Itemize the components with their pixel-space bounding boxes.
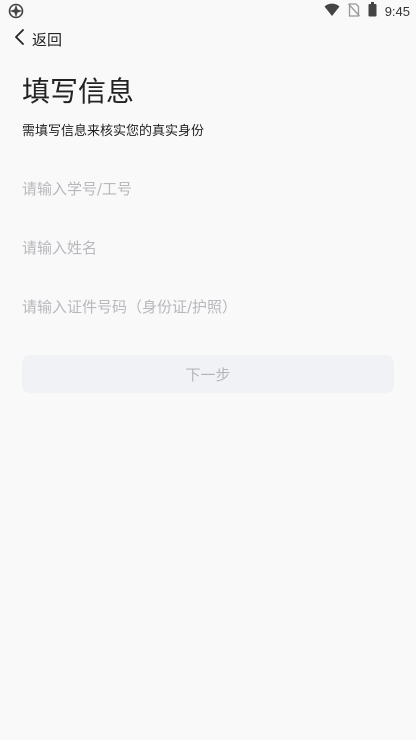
no-sim-icon [347, 2, 360, 21]
page-subtitle: 需填写信息来核实您的真实身份 [22, 124, 205, 139]
back-label: 返回 [32, 30, 63, 49]
chevron-left-icon [14, 28, 26, 50]
wifi-icon [324, 2, 340, 21]
id-number-input[interactable] [22, 293, 394, 321]
student-id-input[interactable] [22, 175, 394, 203]
next-step-button[interactable]: 下一步 [22, 355, 394, 393]
name-input[interactable] [22, 234, 394, 262]
battery-icon [368, 1, 377, 21]
app-notification-icon [8, 3, 24, 19]
page-title: 填写信息 [22, 75, 135, 108]
status-time: 9:45 [384, 3, 410, 19]
status-bar: 9:45 [0, 0, 416, 22]
back-button[interactable]: 返回 [14, 27, 62, 51]
